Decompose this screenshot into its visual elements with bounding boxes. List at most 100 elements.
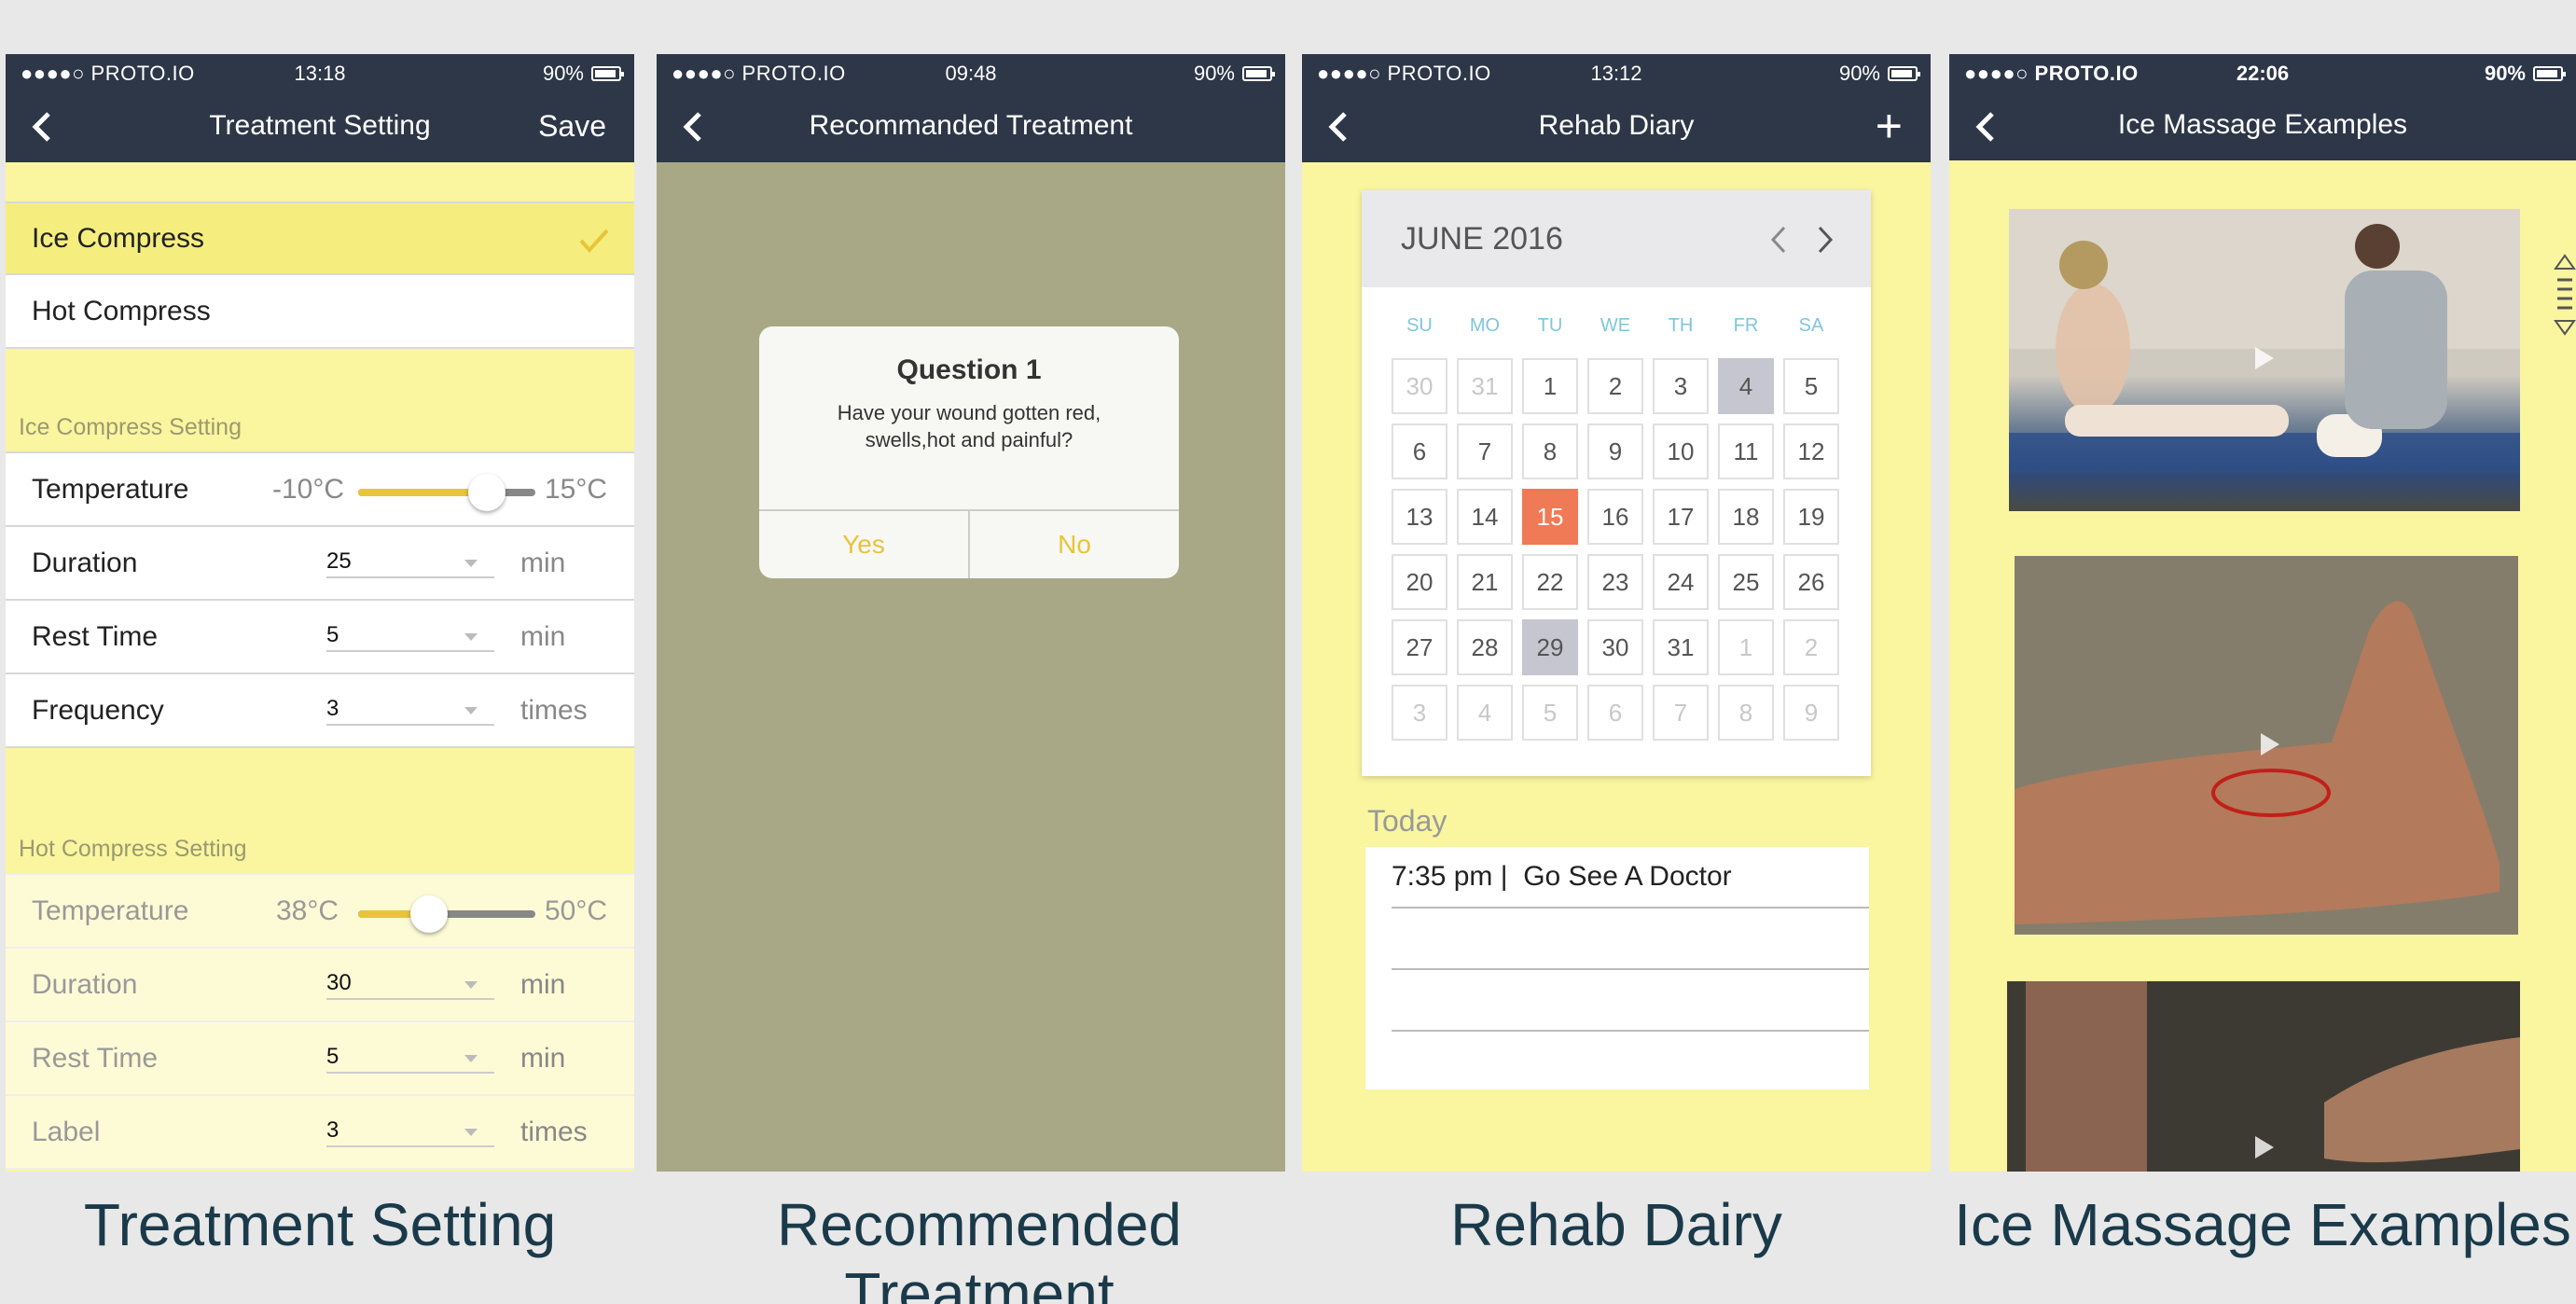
option-hot-compress[interactable]: Hot Compress [6,275,634,349]
option-ice-compress[interactable]: Ice Compress [6,201,634,275]
back-chevron-icon[interactable] [30,110,54,144]
calendar-day[interactable]: 5 [1522,685,1578,741]
calendar-day[interactable]: 30 [1392,358,1447,414]
checkmark-icon [579,229,609,253]
slider-knob[interactable] [410,895,448,933]
calendar-day[interactable]: 15 [1522,489,1578,545]
diary-entry[interactable]: 7:35 pm | Go See A Doctor [1392,847,1869,909]
calendar-day[interactable]: 24 [1653,554,1709,610]
calendar-day[interactable]: 10 [1653,423,1709,479]
status-bar: ●●●●○ PROTO.IO 13:18 90% [6,54,634,90]
weekday-label: SA [1798,315,1824,336]
calendar-day[interactable]: 17 [1653,489,1709,545]
calendar-day[interactable]: 16 [1587,489,1643,545]
nav-bar: Recommanded Treatment [657,90,1285,162]
duration-dropdown[interactable]: 25 [326,548,494,578]
video-thumbnail-3[interactable] [2007,981,2520,1172]
prev-month-icon[interactable] [1770,226,1787,254]
unit-label: times [520,1116,588,1147]
video-thumbnail-1[interactable] [2009,209,2520,511]
calendar-day[interactable]: 13 [1392,489,1447,545]
video-thumbnail-2[interactable] [2015,556,2518,935]
frequency-dropdown[interactable]: 3 [326,1117,494,1147]
calendar-day[interactable]: 31 [1653,619,1709,675]
status-bar: ●●●●○ PROTO.IO 13:12 90% [1302,54,1931,90]
row-label: Frequency [32,694,164,726]
row-label: Temperature [32,895,189,926]
scroll-handle-icon[interactable] [2554,254,2576,338]
calendar-day[interactable]: 4 [1718,358,1774,414]
diary-empty-row[interactable] [1392,909,1869,970]
calendar-day[interactable]: 3 [1653,358,1709,414]
calendar-day[interactable]: 29 [1522,619,1578,675]
calendar-day[interactable]: 21 [1457,554,1513,610]
next-month-icon[interactable] [1817,226,1834,254]
calendar-day[interactable]: 2 [1783,619,1839,675]
back-chevron-icon[interactable] [681,110,705,144]
frequency-dropdown[interactable]: 3 [326,696,494,726]
calendar-day[interactable]: 8 [1718,685,1774,741]
yes-button[interactable]: Yes [759,511,970,578]
calendar-day[interactable]: 8 [1522,423,1578,479]
temp-max: 50°C [545,895,608,926]
row-label: Rest Time [32,1042,159,1074]
back-chevron-icon[interactable] [1974,110,1998,144]
play-icon[interactable] [2255,1136,2274,1158]
temperature-slider[interactable] [358,474,535,511]
calendar-day[interactable]: 1 [1522,358,1578,414]
slider-knob[interactable] [468,474,506,511]
calendar-day[interactable]: 7 [1653,685,1709,741]
calendar-day[interactable]: 12 [1783,423,1839,479]
calendar-day[interactable]: 6 [1392,423,1447,479]
calendar-day[interactable]: 6 [1587,685,1643,741]
nav-bar: Treatment Setting Save [6,90,634,162]
calendar-day[interactable]: 20 [1392,554,1447,610]
nav-bar: Rehab Diary + [1302,90,1931,162]
play-icon[interactable] [2255,347,2274,369]
calendar-day[interactable]: 3 [1392,685,1447,741]
battery-icon [591,66,624,81]
calendar-day[interactable]: 30 [1587,619,1643,675]
calendar-day[interactable]: 4 [1457,685,1513,741]
play-icon[interactable] [2261,733,2279,756]
save-button[interactable]: Save [538,109,606,144]
hot-frequency-row: Label 3 times [6,1096,634,1170]
temperature-slider[interactable] [358,895,535,933]
battery-icon [2533,66,2566,81]
back-chevron-icon[interactable] [1326,110,1350,144]
calendar-day[interactable]: 19 [1783,489,1839,545]
row-label: Duration [32,547,138,578]
calendar-day[interactable]: 26 [1783,554,1839,610]
calendar-day[interactable]: 25 [1718,554,1774,610]
calendar-day[interactable]: 31 [1457,358,1513,414]
calendar-day[interactable]: 1 [1718,619,1774,675]
calendar-day[interactable]: 2 [1587,358,1643,414]
hot-rest-row: Rest Time 5 min [6,1022,634,1096]
page-title: Rehab Diary [1538,110,1695,141]
calendar-day[interactable]: 7 [1457,423,1513,479]
calendar-day[interactable]: 27 [1392,619,1447,675]
question-dialog: Question 1 Have your wound gotten red, s… [759,326,1179,578]
calendar-day[interactable]: 11 [1718,423,1774,479]
calendar-day[interactable]: 9 [1783,685,1839,741]
duration-dropdown[interactable]: 30 [326,970,494,1000]
temp-max: 15°C [545,473,608,505]
calendar-day[interactable]: 23 [1587,554,1643,610]
calendar-month: JUNE 2016 [1401,220,1563,257]
diary-empty-row[interactable] [1392,970,1869,1032]
rest-dropdown[interactable]: 5 [326,1044,494,1074]
nav-bar: Ice Massage Examples [1949,90,2576,160]
rest-dropdown[interactable]: 5 [326,622,494,652]
no-button[interactable]: No [970,511,1179,578]
calendar-day[interactable]: 22 [1522,554,1578,610]
calendar-day[interactable]: 9 [1587,423,1643,479]
calendar-day[interactable]: 18 [1718,489,1774,545]
diary-list: 7:35 pm | Go See A Doctor [1365,847,1869,1089]
calendar-day[interactable]: 5 [1783,358,1839,414]
add-button[interactable]: + [1876,99,1903,153]
page-title: Ice Massage Examples [2117,109,2408,140]
caption-treatment-setting: Treatment Setting [83,1191,557,1258]
calendar-day[interactable]: 14 [1457,489,1513,545]
screen-ice-massage-examples: ●●●●○ PROTO.IO 22:06 90% Ice Massage Exa… [1949,54,2576,1172]
calendar-day[interactable]: 28 [1457,619,1513,675]
